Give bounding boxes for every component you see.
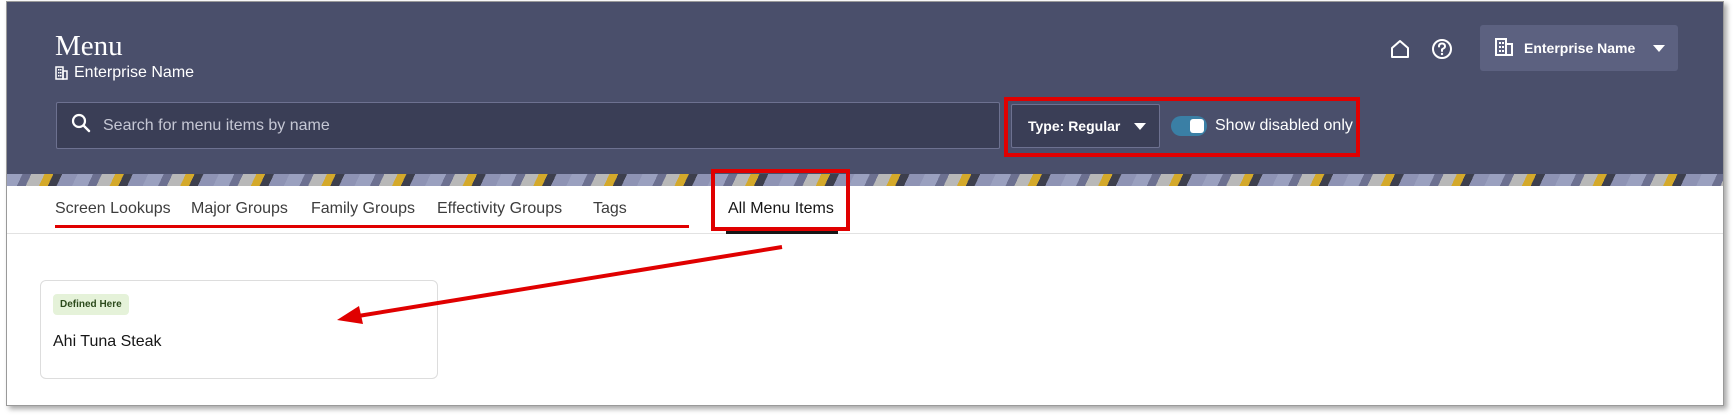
enterprise-name-label: Enterprise Name bbox=[74, 64, 195, 81]
tab-major-groups[interactable]: Major Groups bbox=[191, 200, 288, 218]
highlight-box-filters bbox=[1004, 97, 1360, 157]
page-title: Menu bbox=[55, 30, 123, 62]
tab-tags[interactable]: Tags bbox=[593, 200, 627, 218]
tab-effectivity-groups[interactable]: Effectivity Groups bbox=[437, 200, 562, 218]
home-icon[interactable] bbox=[1387, 36, 1413, 62]
enterprise-selector-label: Enterprise Name bbox=[1524, 40, 1636, 56]
enterprise-selector-button[interactable]: Enterprise Name bbox=[1480, 25, 1678, 71]
tab-family-groups[interactable]: Family Groups bbox=[311, 200, 415, 218]
page-header: Menu Enterprise Name Enterprise Name Sea… bbox=[7, 2, 1723, 174]
status-badge: Defined Here bbox=[53, 294, 129, 315]
search-input[interactable] bbox=[103, 116, 963, 135]
active-tab-indicator bbox=[726, 231, 838, 234]
highlight-underline-tabs bbox=[55, 225, 689, 228]
menu-item-title: Ahi Tuna Steak bbox=[53, 333, 162, 350]
decorative-pattern-band bbox=[7, 174, 1723, 186]
search-bar[interactable] bbox=[56, 102, 1000, 149]
highlight-box-active-tab bbox=[711, 169, 850, 231]
app-window: Menu Enterprise Name Enterprise Name Sea… bbox=[6, 1, 1724, 406]
caret-down-icon bbox=[1653, 40, 1666, 56]
tab-screen-lookups[interactable]: Screen Lookups bbox=[55, 200, 171, 218]
help-icon[interactable] bbox=[1429, 36, 1455, 62]
building-icon bbox=[1494, 37, 1514, 60]
search-icon bbox=[71, 113, 91, 138]
building-icon bbox=[55, 66, 68, 80]
tab-bar: Screen Lookups Major Groups Family Group… bbox=[7, 186, 1723, 234]
menu-item-card[interactable]: Defined Here Ahi Tuna Steak bbox=[40, 280, 438, 379]
page-subtitle: Enterprise Name bbox=[55, 64, 194, 82]
